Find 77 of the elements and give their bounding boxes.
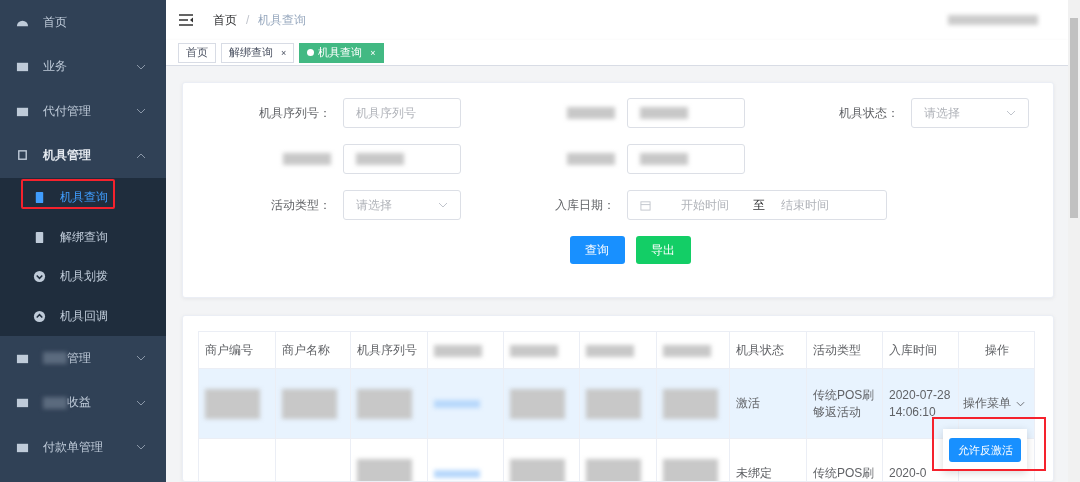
blurred-text [663, 458, 718, 481]
field-label: 机具状态： [839, 104, 899, 122]
blurred-text [205, 388, 260, 419]
blurred-text [510, 344, 558, 357]
tab[interactable]: 解绑查询 × [221, 42, 295, 63]
blurred-link[interactable] [434, 399, 480, 408]
chevron-icon [136, 355, 146, 362]
tab[interactable]: 首页 [178, 42, 216, 63]
column-header: 入库时间 [889, 342, 937, 357]
blurred-text [586, 388, 641, 419]
folder-icon [16, 60, 29, 74]
blurred-text [510, 388, 565, 419]
chevron-icon [1016, 400, 1025, 407]
circle-chevron-icon [33, 309, 46, 323]
chevron-icon [136, 444, 146, 451]
sidebar-item[interactable]: 机具管理 [0, 133, 166, 178]
table-cell: 2020-0 [889, 466, 927, 480]
menu-icon[interactable] [179, 14, 193, 26]
column-header: 商户编号 [205, 342, 253, 357]
submenu-item[interactable]: 机具查询 [0, 178, 166, 218]
column-header: 操作 [984, 342, 1009, 357]
monitor-icon [16, 149, 29, 163]
blurred-text [567, 153, 615, 165]
phone-icon [33, 230, 46, 244]
breadcrumb-item: 机具查询 [258, 11, 307, 29]
chevron-icon [1006, 110, 1016, 116]
blurred-text [357, 458, 412, 481]
chevron-icon [136, 399, 146, 406]
sidebar-item[interactable]: 代付管理 [0, 89, 166, 134]
circle-chevron-icon [33, 270, 46, 284]
column-header: 活动类型 [813, 342, 861, 357]
blurred-text [282, 388, 337, 419]
field-label: 机具序列号： [259, 104, 331, 122]
chevron-icon [136, 63, 146, 70]
field-label: 入库日期： [555, 196, 615, 214]
blurred-text [663, 344, 711, 357]
input-field[interactable] [343, 144, 461, 174]
table-cell: 传统POS刷 [813, 466, 875, 480]
blurred-text [357, 388, 412, 419]
column-header: 商户名称 [282, 342, 330, 357]
sidebar-item[interactable]: 首页 [0, 0, 166, 45]
submenu-item[interactable]: 机具划拨 [0, 257, 166, 297]
blurred-text [586, 344, 634, 357]
input-field[interactable] [627, 144, 745, 174]
blurred-text [283, 153, 331, 165]
table-cell: 2020-07-28 14:06:10 [889, 387, 951, 419]
calendar-icon [640, 199, 651, 211]
chevron-icon [136, 152, 146, 159]
blurred-link[interactable] [434, 469, 480, 478]
folder-icon [16, 396, 29, 410]
chevron-icon [438, 202, 448, 208]
blurred-text [663, 388, 718, 419]
date-range-field[interactable]: 开始时间 至 结束时间 [627, 190, 887, 220]
operations-dropdown[interactable]: 操作菜单 [963, 395, 1025, 412]
submenu-item[interactable]: 解绑查询 [0, 217, 166, 257]
blurred-text [510, 458, 565, 481]
breadcrumb-item[interactable]: 首页 [213, 11, 237, 29]
column-header: 机具状态 [736, 342, 784, 357]
submenu-item[interactable]: 机具回调 [0, 296, 166, 336]
sidebar-item[interactable]: 管理 [0, 336, 166, 381]
table-cell: 传统POS刷够返活动 [813, 387, 875, 419]
sidebar-item[interactable]: 业务 [0, 44, 166, 89]
blurred-text [586, 458, 641, 481]
chevron-icon [136, 108, 146, 115]
table-cell: 激活 [736, 396, 760, 410]
sidebar-item[interactable]: 付款单管理 [0, 425, 166, 470]
blurred-text [434, 344, 482, 357]
table-cell: 未绑定 [736, 466, 772, 480]
sidebar-item[interactable]: 收益 [0, 380, 166, 425]
table-row[interactable]: 激活 传统POS刷够返活动 2020-07-28 14:06:10 操作菜单 [198, 368, 1035, 439]
field-label: 活动类型： [271, 196, 331, 214]
blurred-text [567, 107, 615, 119]
column-header: 机具序列号 [357, 342, 417, 357]
phone-icon [33, 191, 46, 205]
input-field[interactable] [627, 98, 745, 128]
scrollbar[interactable] [1068, 0, 1080, 482]
breadcrumb-separator: / [246, 13, 250, 27]
